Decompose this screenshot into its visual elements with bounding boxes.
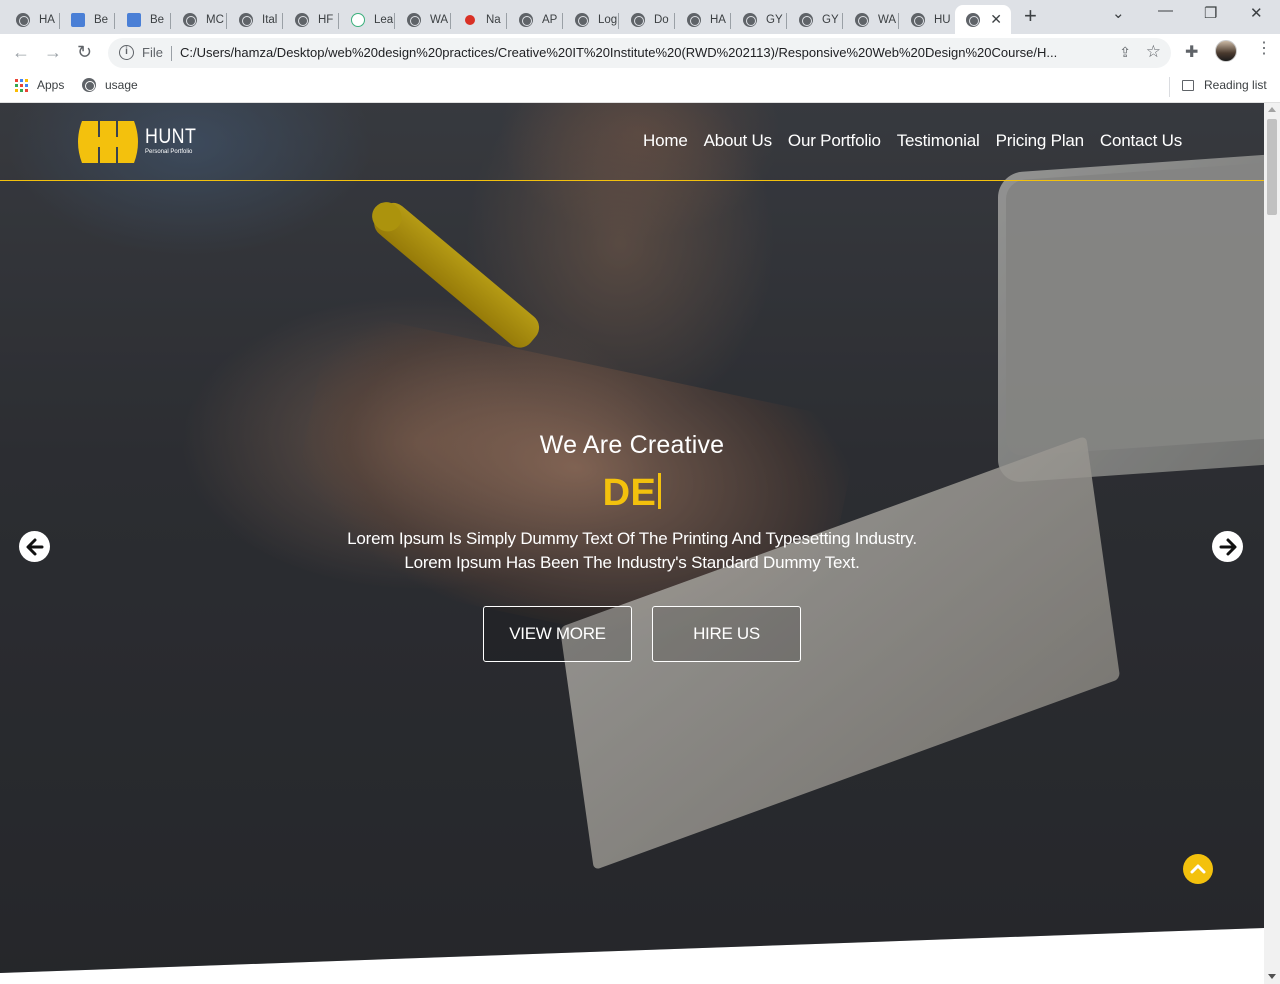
arrow-left-icon (26, 538, 43, 555)
browser-tab[interactable]: WA (396, 5, 451, 34)
share-icon[interactable]: ⇪ (1119, 44, 1131, 61)
scroll-thumb[interactable] (1267, 119, 1277, 215)
behance-icon (127, 12, 141, 27)
new-tab-button[interactable]: + (1024, 5, 1037, 27)
tab-search-icon[interactable]: ⌄ (1112, 4, 1125, 22)
bookmarks-bar: Apps usage Reading list (0, 72, 1280, 103)
browser-tab[interactable]: HA (5, 5, 60, 34)
browser-tab[interactable]: MC (172, 5, 227, 34)
browser-tab[interactable]: Do (620, 5, 675, 34)
globe-icon (239, 12, 253, 27)
hero-title: We Are Creative (539, 431, 725, 459)
browser-tab[interactable]: GY (788, 5, 843, 34)
hero-typed-text: DE (0, 472, 1264, 515)
globe-icon (799, 12, 813, 27)
reading-list-button[interactable]: Reading list (1182, 78, 1267, 92)
browser-tab-active[interactable]: ✕ (955, 5, 1011, 34)
bookmark-star-icon[interactable]: ☆ (1146, 42, 1161, 62)
page-viewport: HUNT Personal Portfolio Home About Us Ou… (0, 103, 1264, 984)
hero-section: HUNT Personal Portfolio Home About Us Ou… (0, 103, 1264, 973)
globe-icon (407, 12, 421, 27)
view-more-button[interactable]: VIEW MORE (483, 606, 632, 662)
globe-icon (966, 12, 980, 27)
tab-strip: HA Be Be MC Ital HF Lea WA Na AP Log Do … (0, 0, 1280, 34)
scroll-to-top-button[interactable] (1183, 854, 1213, 884)
globe-icon (631, 12, 645, 27)
info-icon[interactable]: i (119, 45, 134, 60)
behance-icon (71, 12, 85, 27)
browser-tab[interactable]: AP (508, 5, 563, 34)
browser-tab[interactable]: WA (844, 5, 899, 34)
browser-tab[interactable]: Ital (228, 5, 283, 34)
globe-icon (295, 12, 309, 27)
back-icon[interactable]: ← (12, 41, 30, 63)
url-text[interactable]: C:/Users/hamza/Desktop/web%20design%20pr… (180, 45, 1105, 60)
browser-tab[interactable]: Lea (340, 5, 395, 34)
globe-icon (16, 12, 30, 27)
scroll-down-icon[interactable] (1268, 974, 1276, 979)
bookmark-usage[interactable]: usage (82, 78, 138, 92)
globe-icon (687, 12, 701, 27)
globe-icon (911, 12, 925, 27)
leaf-icon (351, 12, 365, 27)
minimize-icon[interactable]: — (1158, 2, 1173, 19)
menu-icon[interactable]: ⋮ (1256, 41, 1272, 57)
scheme-label: File (142, 45, 163, 60)
typing-caret (658, 473, 662, 509)
browser-toolbar: ← → ↻ i File C:/Users/hamza/Desktop/web%… (0, 34, 1280, 72)
reading-list-icon (1182, 79, 1194, 91)
page-scrollbar[interactable] (1264, 103, 1280, 984)
profile-avatar[interactable] (1215, 40, 1237, 62)
restore-icon[interactable]: ❐ (1204, 4, 1217, 22)
browser-tab[interactable]: Na (452, 5, 507, 34)
browser-tab[interactable]: Be (60, 5, 115, 34)
globe-icon (855, 12, 869, 27)
address-bar[interactable]: i File C:/Users/hamza/Desktop/web%20desi… (108, 38, 1171, 68)
globe-icon (743, 12, 757, 27)
extensions-icon[interactable]: ✚ (1185, 42, 1198, 62)
scroll-up-icon[interactable] (1268, 107, 1276, 112)
browser-tab[interactable]: HF (284, 5, 339, 34)
hero-content: We Are Creative DE Lorem Ipsum Is Simply… (0, 103, 1264, 973)
chevron-up-icon (1190, 864, 1206, 874)
hero-description: Lorem Ipsum Is Simply Dummy Text Of The … (347, 529, 917, 572)
forward-icon[interactable]: → (44, 41, 62, 63)
close-window-icon[interactable]: ✕ (1250, 4, 1263, 22)
bookmark-apps[interactable]: Apps (15, 78, 64, 92)
globe-icon (575, 12, 589, 27)
browser-tab[interactable]: HU (900, 5, 955, 34)
apps-grid-icon (15, 78, 28, 92)
globe-icon (82, 78, 96, 92)
arrow-right-icon (1219, 538, 1236, 555)
hire-us-button[interactable]: HIRE US (652, 606, 801, 662)
globe-icon (183, 12, 197, 27)
browser-tab[interactable]: Log (564, 5, 619, 34)
slider-prev-button[interactable] (19, 531, 50, 562)
record-icon (465, 14, 475, 25)
browser-tab[interactable]: GY (732, 5, 787, 34)
globe-icon (519, 12, 533, 27)
slider-next-button[interactable] (1212, 531, 1243, 562)
close-tab-icon[interactable]: ✕ (990, 11, 1002, 28)
browser-tab[interactable]: Be (116, 5, 171, 34)
browser-tab[interactable]: HA (676, 5, 731, 34)
reload-icon[interactable]: ↻ (77, 41, 92, 63)
